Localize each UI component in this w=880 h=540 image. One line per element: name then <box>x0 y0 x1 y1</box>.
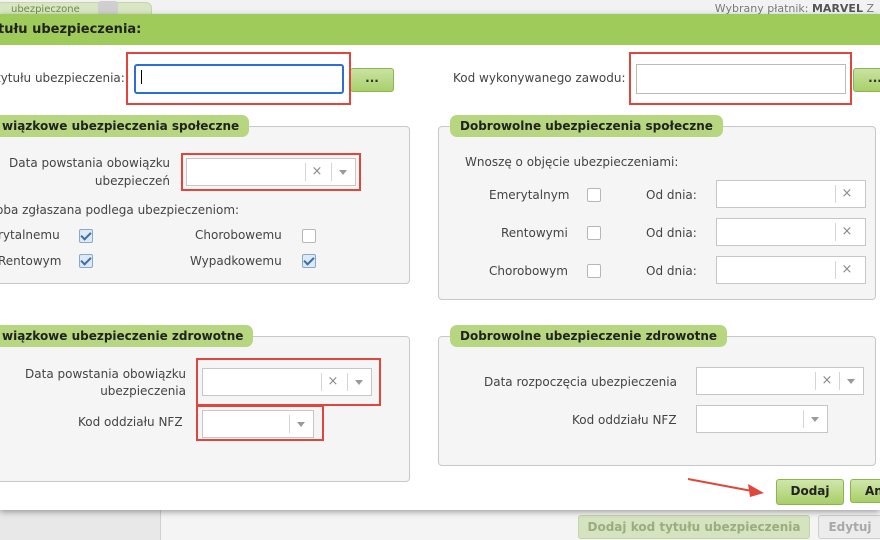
checkbox-label-wypadkowemu: Wypadkowemu <box>190 254 282 268</box>
from-date-label-rentowymi: Od dnia: <box>646 226 697 240</box>
checkbox-rentowymi[interactable] <box>587 226 601 240</box>
voluntary-social-intro: Wnoszę o objęcie ubezpieczeniami: <box>465 155 679 169</box>
title-code-label: tytułu ubezpieczenia: <box>0 71 125 85</box>
cancel-button[interactable]: An <box>850 479 880 503</box>
voluntary-health-nfz-field[interactable] <box>696 405 828 433</box>
voluntary-health-start-field[interactable]: × <box>696 367 864 395</box>
chevron-down-icon[interactable] <box>803 410 826 428</box>
title-code-browse-button[interactable]: ... <box>350 68 394 92</box>
from-date-field-emerytalnym[interactable]: × <box>716 180 866 208</box>
add-insurance-code-button[interactable]: Dodaj kod tytułu ubezpieczenia <box>578 515 810 539</box>
mandatory-health-date-label-1: Data powstania obowiązku <box>25 367 186 381</box>
app-tab-button[interactable] <box>98 1 118 15</box>
chevron-down-icon[interactable] <box>347 373 370 391</box>
mandatory-social-header: wiązkowe ubezpieczenia społeczne <box>0 115 250 137</box>
clear-icon[interactable]: × <box>305 163 328 181</box>
checkbox-wypadkowemu[interactable] <box>302 254 316 268</box>
chevron-down-icon[interactable] <box>289 415 312 433</box>
checkbox-label-emerytalnemu: rytalnemu <box>0 228 60 242</box>
voluntary-health-header: Dobrowolne ubezpieczenie zdrowotne <box>450 325 728 347</box>
checkbox-label-chorobowemu: Chorobowemu <box>195 228 282 242</box>
dialog-titlebar: tułu ubezpieczenia: <box>0 14 880 45</box>
title-code-input[interactable] <box>134 64 344 94</box>
occupation-code-label: Kod wykonywanego zawodu: <box>453 71 626 85</box>
mandatory-social-date-label-1: Data powstania obowiązku <box>9 156 170 170</box>
voluntary-health-nfz-label: Kod oddziału NFZ <box>572 413 677 427</box>
dialog-title: tułu ubezpieczenia: <box>0 22 142 37</box>
from-date-field-rentowymi[interactable]: × <box>716 218 866 246</box>
voluntary-health-panel <box>438 336 876 466</box>
mandatory-health-panel <box>0 336 410 482</box>
mandatory-health-date-label-2: ubezpieczenia <box>100 384 186 398</box>
clear-icon[interactable]: × <box>835 223 858 241</box>
checkbox-rentowym[interactable] <box>79 254 93 268</box>
clear-icon[interactable]: × <box>835 185 858 203</box>
voluntary-label-emerytalnym: Emerytalnym <box>489 188 570 202</box>
checkbox-chorobowym[interactable] <box>587 264 601 278</box>
mandatory-health-nfz-field[interactable] <box>202 410 314 438</box>
clear-icon[interactable]: × <box>835 261 858 279</box>
voluntary-social-header: Dobrowolne ubezpieczenia społeczne <box>450 115 723 137</box>
chevron-down-icon[interactable] <box>839 372 862 390</box>
checkbox-emerytalnemu[interactable] <box>79 229 93 243</box>
edit-button[interactable]: Edytuj <box>818 515 880 539</box>
from-date-label-emerytalnym: Od dnia: <box>646 188 697 202</box>
occupation-code-browse-button[interactable]: ... <box>853 68 880 92</box>
clear-icon[interactable]: × <box>321 373 344 391</box>
from-date-field-chorobowym[interactable]: × <box>716 256 866 284</box>
checkbox-emerytalnym[interactable] <box>587 188 601 202</box>
mandatory-health-date-field[interactable]: × <box>202 368 372 396</box>
mandatory-health-nfz-label: Kod oddziału NFZ <box>78 415 183 429</box>
voluntary-label-rentowymi: Rentowymi <box>501 226 568 240</box>
mandatory-social-date-label-2: ubezpieczeń <box>94 174 170 188</box>
from-date-label-chorobowym: Od dnia: <box>646 264 697 278</box>
app-sidebar <box>0 505 161 540</box>
subject-label: oba zgłaszana podlega ubezpieczeniom: <box>0 203 240 217</box>
voluntary-health-start-label: Data rozpoczęcia ubezpieczenia <box>484 375 677 389</box>
pointer-arrow-icon <box>687 478 764 497</box>
occupation-code-input[interactable] <box>636 64 846 94</box>
add-button[interactable]: Dodaj <box>776 479 844 505</box>
mandatory-social-date-field[interactable]: × <box>186 158 356 186</box>
checkbox-label-rentowym: Rentowym <box>0 254 62 268</box>
insurance-title-dialog: tułu ubezpieczenia: tytułu ubezpieczenia… <box>0 14 880 510</box>
voluntary-label-chorobowym: Chorobowym <box>489 264 568 278</box>
chevron-down-icon[interactable] <box>331 163 354 181</box>
text-caret <box>141 70 142 84</box>
checkbox-chorobowemu[interactable] <box>302 229 316 243</box>
mandatory-health-header: wiązkowe ubezpieczenie zdrowotne <box>0 325 254 347</box>
clear-icon[interactable]: × <box>815 372 838 390</box>
